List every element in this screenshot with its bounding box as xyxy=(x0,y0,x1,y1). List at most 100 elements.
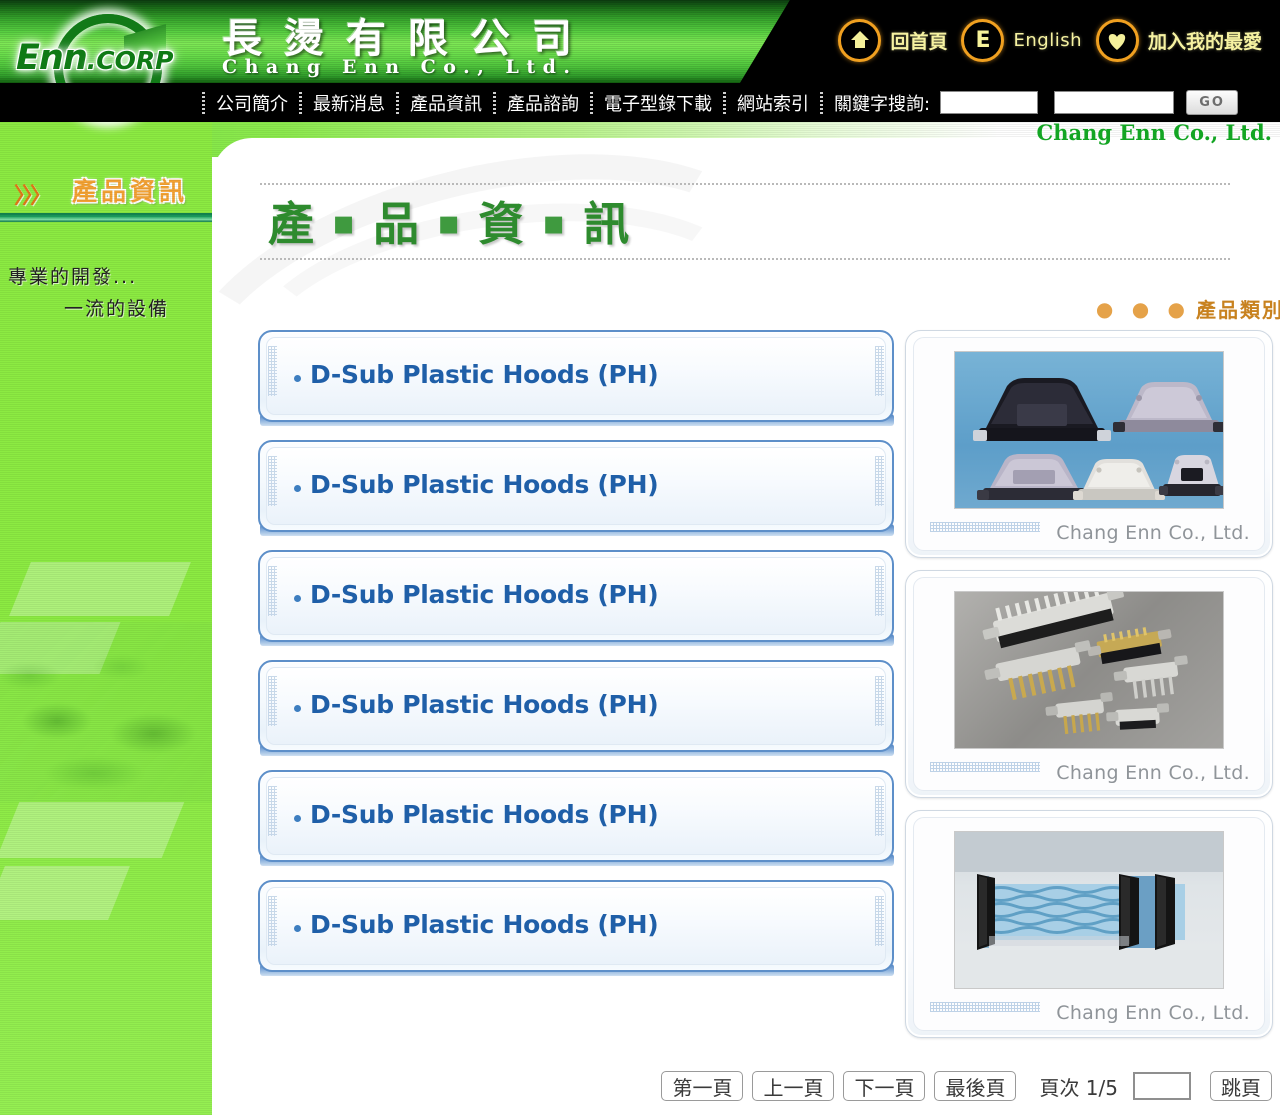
product-item[interactable]: D-Sub Plastic Hoods (PH) xyxy=(258,440,894,540)
card-dot-pattern xyxy=(930,1002,1040,1012)
sidebar-watermark-shape xyxy=(0,802,185,858)
page-title-char-1: 產 xyxy=(268,197,315,251)
sidebar-header: 〉〉〉 產品資訊 xyxy=(0,168,212,214)
logo-text-sub: .CORP xyxy=(86,46,174,75)
bullet-icon xyxy=(294,705,301,712)
nav-item-catalog-download[interactable]: 電子型錄下載 xyxy=(593,90,723,116)
product-list: D-Sub Plastic Hoods (PH) D-Sub Plastic H… xyxy=(258,330,894,990)
bullet-icon xyxy=(294,815,301,822)
product-item[interactable]: D-Sub Plastic Hoods (PH) xyxy=(258,770,894,870)
product-photo-ribbon-cable xyxy=(954,831,1224,989)
product-item[interactable]: D-Sub Plastic Hoods (PH) xyxy=(258,880,894,980)
page-title-char-3: 資 xyxy=(478,197,526,251)
sidebar-factory-watermark-image xyxy=(0,622,212,802)
keyword-search-label: 關鍵字搜詢: xyxy=(834,93,931,115)
page-title: 產 ▪ 品 ▪ 資 ▪ 訊 xyxy=(268,188,630,254)
home-icon xyxy=(838,18,882,62)
product-item[interactable]: D-Sub Plastic Hoods (PH) xyxy=(258,330,894,430)
product-image-card-inner: Chang Enn Co., Ltd. xyxy=(913,337,1265,551)
heart-icon xyxy=(1095,18,1139,62)
product-item-body: D-Sub Plastic Hoods (PH) xyxy=(258,440,894,532)
product-image-card[interactable]: Chang Enn Co., Ltd. xyxy=(905,330,1273,558)
bullet-icon xyxy=(294,595,301,602)
sidebar-divider xyxy=(0,213,212,222)
grip-icon xyxy=(268,896,277,946)
card-dot-pattern xyxy=(930,762,1040,772)
grip-icon xyxy=(875,566,884,616)
quick-links: 回首頁 E English 加入我的最愛 xyxy=(834,16,1272,64)
sidebar: 〉〉〉 產品資訊 專業的開發... 一流的設備 xyxy=(0,122,212,1115)
product-item-body: D-Sub Plastic Hoods (PH) xyxy=(258,770,894,862)
chevron-right-icon: 〉〉〉 xyxy=(14,184,52,209)
title-divider-bottom xyxy=(260,258,1232,260)
search-input-1[interactable] xyxy=(940,91,1039,114)
nav-item-sitemap[interactable]: 網站索引 xyxy=(726,90,820,116)
pagination: 第一頁 上一頁 下一頁 最後頁 頁次 1/5 跳頁 xyxy=(212,1065,1280,1107)
quicklink-home-label: 回首頁 xyxy=(890,30,948,53)
product-item-label: D-Sub Plastic Hoods (PH) xyxy=(310,800,659,829)
product-image-card[interactable]: Chang Enn Co., Ltd. xyxy=(905,810,1273,1038)
quicklink-home[interactable]: 回首頁 xyxy=(838,18,957,62)
quicklink-english[interactable]: E English xyxy=(961,18,1092,62)
page-title-char-4: 訊 xyxy=(583,197,631,251)
title-divider-top xyxy=(260,183,1232,185)
product-item-label: D-Sub Plastic Hoods (PH) xyxy=(310,910,659,939)
bullet-icon xyxy=(294,375,301,382)
bullet-dots-icon: ● ● ● xyxy=(1095,296,1191,321)
product-item-body: D-Sub Plastic Hoods (PH) xyxy=(258,550,894,642)
sidebar-watermark-shape xyxy=(0,866,130,920)
product-image-card-inner: Chang Enn Co., Ltd. xyxy=(913,577,1265,791)
pagination-last-button[interactable]: 最後頁 xyxy=(934,1071,1017,1101)
grip-icon xyxy=(268,786,277,836)
quicklink-favorite[interactable]: 加入我的最愛 xyxy=(1095,18,1272,62)
nav-item-products[interactable]: 產品資訊 xyxy=(399,90,493,116)
card-brand-label: Chang Enn Co., Ltd. xyxy=(1056,522,1250,544)
product-item-body: D-Sub Plastic Hoods (PH) xyxy=(258,880,894,972)
page-title-separator: ▪ xyxy=(332,203,357,243)
nav-items: 公司簡介 最新消息 產品資訊 產品諮詢 電子型錄下載 網站索引 關鍵字搜詢: G… xyxy=(202,83,1239,122)
bullet-icon xyxy=(294,485,301,492)
product-item[interactable]: D-Sub Plastic Hoods (PH) xyxy=(258,660,894,760)
pagination-prev-button[interactable]: 上一頁 xyxy=(752,1071,835,1101)
search-input-2[interactable] xyxy=(1054,91,1175,114)
page-title-char-2: 品 xyxy=(373,197,421,251)
nav-item-inquiry[interactable]: 產品諮詢 xyxy=(496,90,590,116)
product-photo-metal-connectors xyxy=(954,591,1224,749)
grip-icon xyxy=(875,346,884,396)
grip-icon xyxy=(268,456,277,506)
quicklink-favorite-label: 加入我的最愛 xyxy=(1147,30,1262,53)
pagination-jump-button[interactable]: 跳頁 xyxy=(1210,1071,1272,1101)
product-item[interactable]: D-Sub Plastic Hoods (PH) xyxy=(258,550,894,650)
product-item-label: D-Sub Plastic Hoods (PH) xyxy=(310,470,659,499)
grip-icon xyxy=(875,786,884,836)
product-image-column: Chang Enn Co., Ltd. Chang Enn Co., Ltd. … xyxy=(905,330,1277,1050)
company-name-en: Chang Enn Co., Ltd. xyxy=(222,56,578,78)
page-title-separator: ▪ xyxy=(437,203,462,243)
grip-icon xyxy=(875,896,884,946)
search-go-button[interactable]: GO xyxy=(1186,90,1239,115)
product-photo-plastic-hoods xyxy=(954,351,1224,509)
nav-item-news[interactable]: 最新消息 xyxy=(302,90,396,116)
brand-line-text: Chang Enn Co., Ltd. xyxy=(1036,120,1272,145)
main-content: 產 ▪ 品 ▪ 資 ▪ 訊 ● ● ● 產品類別 D-Sub Plastic H… xyxy=(212,138,1280,1115)
grip-icon xyxy=(875,676,884,726)
card-brand-label: Chang Enn Co., Ltd. xyxy=(1056,1002,1250,1024)
bullet-icon xyxy=(294,925,301,932)
category-label: 產品類別 xyxy=(1196,298,1280,322)
pagination-page-input[interactable] xyxy=(1133,1072,1191,1100)
nav-item-about[interactable]: 公司簡介 xyxy=(205,90,299,116)
product-image-card-inner: Chang Enn Co., Ltd. xyxy=(913,817,1265,1031)
product-image-card[interactable]: Chang Enn Co., Ltd. xyxy=(905,570,1273,798)
pagination-page-info: 頁次 1/5 xyxy=(1039,1075,1118,1100)
product-item-body: D-Sub Plastic Hoods (PH) xyxy=(258,330,894,422)
grip-icon xyxy=(875,456,884,506)
pagination-next-button[interactable]: 下一頁 xyxy=(843,1071,926,1101)
grip-icon xyxy=(268,566,277,616)
product-item-body: D-Sub Plastic Hoods (PH) xyxy=(258,660,894,752)
card-dot-pattern xyxy=(930,522,1040,532)
product-item-label: D-Sub Plastic Hoods (PH) xyxy=(310,360,659,389)
grip-icon xyxy=(268,346,277,396)
sidebar-title: 產品資訊 xyxy=(72,177,189,206)
page-title-separator: ▪ xyxy=(542,203,567,243)
pagination-first-button[interactable]: 第一頁 xyxy=(661,1071,744,1101)
